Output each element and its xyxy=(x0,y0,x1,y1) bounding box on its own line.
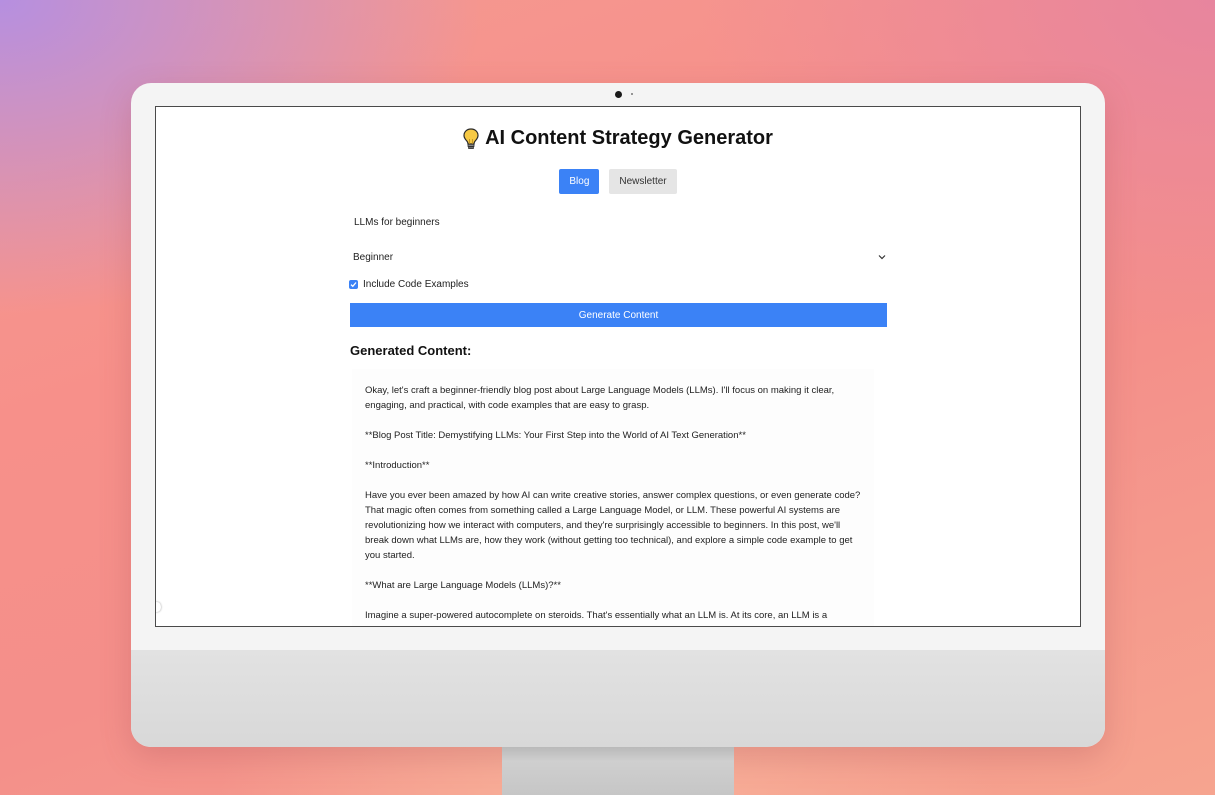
output-paragraph: **Introduction** xyxy=(365,460,430,471)
app-window: AI Content Strategy Generator Blog Newsl… xyxy=(155,106,1081,627)
camera-sensor xyxy=(631,93,633,95)
tab-blog[interactable]: Blog xyxy=(559,169,600,194)
level-select[interactable]: Beginner xyxy=(353,246,886,268)
generated-content-output[interactable]: Okay, let's craft a beginner-friendly bl… xyxy=(352,369,874,626)
camera-icon xyxy=(615,91,622,98)
chevron-down-icon xyxy=(878,252,886,263)
output-paragraph: Have you ever been amazed by how AI can … xyxy=(365,490,861,561)
check-icon xyxy=(350,282,357,288)
generated-content-heading: Generated Content: xyxy=(350,343,472,358)
include-code-checkbox[interactable] xyxy=(349,280,358,289)
output-paragraph: Okay, let's craft a beginner-friendly bl… xyxy=(365,385,835,411)
tab-newsletter[interactable]: Newsletter xyxy=(609,169,677,194)
include-code-option: Include Code Examples xyxy=(349,279,469,290)
page-title-text: AI Content Strategy Generator xyxy=(485,127,773,149)
topic-input[interactable] xyxy=(350,210,894,234)
output-paragraph: **Blog Post Title: Demystifying LLMs: Yo… xyxy=(365,430,746,441)
level-select-value: Beginner xyxy=(353,251,394,263)
resize-handle[interactable] xyxy=(156,602,161,612)
include-code-label: Include Code Examples xyxy=(363,279,469,290)
generate-content-button[interactable]: Generate Content xyxy=(350,303,887,327)
content-type-tabs: Blog Newsletter xyxy=(156,169,1080,194)
output-paragraph: Imagine a super-powered autocomplete on … xyxy=(365,610,828,621)
monitor-stand xyxy=(502,747,734,795)
lightbulb-icon xyxy=(463,127,479,150)
monitor-chin xyxy=(131,650,1105,747)
page-title: AI Content Strategy Generator xyxy=(156,127,1080,150)
output-paragraph: **What are Large Language Models (LLMs)?… xyxy=(365,580,561,591)
